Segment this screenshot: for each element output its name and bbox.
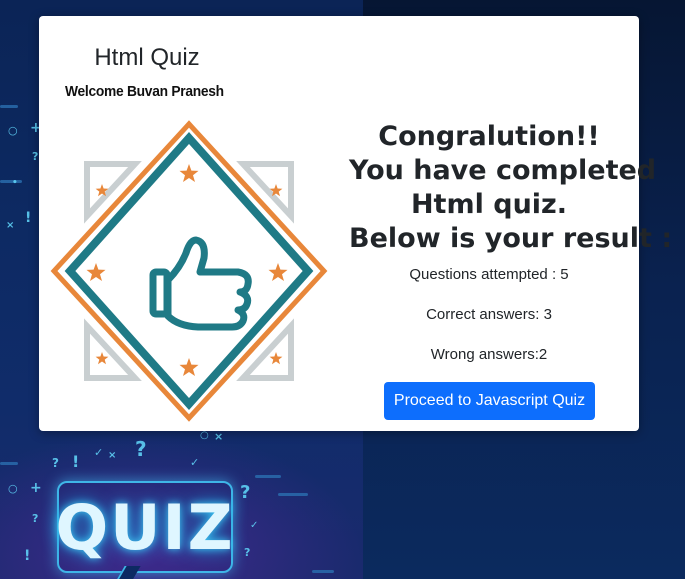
background-line: [0, 180, 22, 183]
result-panel: Congralution!! You have completed Html q…: [349, 120, 673, 363]
heading-line: Below is your result :: [349, 223, 673, 254]
circle-icon: ○: [8, 124, 18, 137]
question-mark-icon: ?: [244, 546, 251, 559]
cross-icon: ×: [6, 220, 15, 231]
circle-icon: ○: [8, 482, 18, 495]
check-icon: ✓: [94, 446, 104, 459]
cross-icon: ×: [214, 430, 224, 443]
question-mark-icon: ?: [240, 482, 251, 503]
cross-icon: ×: [108, 450, 117, 461]
result-card: Html Quiz Welcome Buvan Pranesh Congralu…: [39, 16, 673, 431]
thumbs-up-badge-icon: [50, 120, 328, 422]
exclamation-icon: !: [24, 548, 31, 564]
background-line: [278, 493, 308, 496]
background-line: [255, 475, 281, 478]
check-icon: ✓: [250, 520, 259, 531]
quiz-title: Html Quiz: [94, 44, 200, 71]
question-mark-icon: ?: [135, 437, 147, 461]
question-mark-icon: ?: [32, 150, 39, 163]
proceed-to-javascript-quiz-button[interactable]: Proceed to Javascript Quiz: [384, 382, 595, 420]
heading-line: Congralution!!: [378, 121, 600, 152]
quiz-sign-graphic: QUIZ: [55, 481, 235, 573]
check-icon: ✓: [190, 456, 200, 469]
quiz-sign-text: QUIZ: [55, 490, 235, 564]
exclamation-icon: !: [72, 452, 80, 471]
background-line: [0, 105, 18, 108]
correct-answers-text: Correct answers: 3: [426, 306, 552, 323]
welcome-message: Welcome Buvan Pranesh: [65, 83, 224, 100]
heading-line: Html quiz.: [410, 189, 568, 220]
background-line: [0, 462, 18, 465]
questions-attempted-text: Questions attempted : 5: [409, 266, 569, 283]
question-mark-icon: ?: [52, 456, 59, 470]
result-heading: Congralution!! You have completed Html q…: [349, 120, 673, 256]
plus-icon: +: [30, 480, 42, 496]
heading-line: You have completed: [349, 155, 657, 186]
wrong-answers-text: Wrong answers:2: [430, 346, 548, 363]
circle-icon: ○: [200, 430, 209, 441]
background-line: [312, 570, 334, 573]
dot-icon: •: [12, 178, 18, 188]
exclamation-icon: !: [25, 210, 32, 226]
question-mark-icon: ?: [32, 512, 39, 525]
